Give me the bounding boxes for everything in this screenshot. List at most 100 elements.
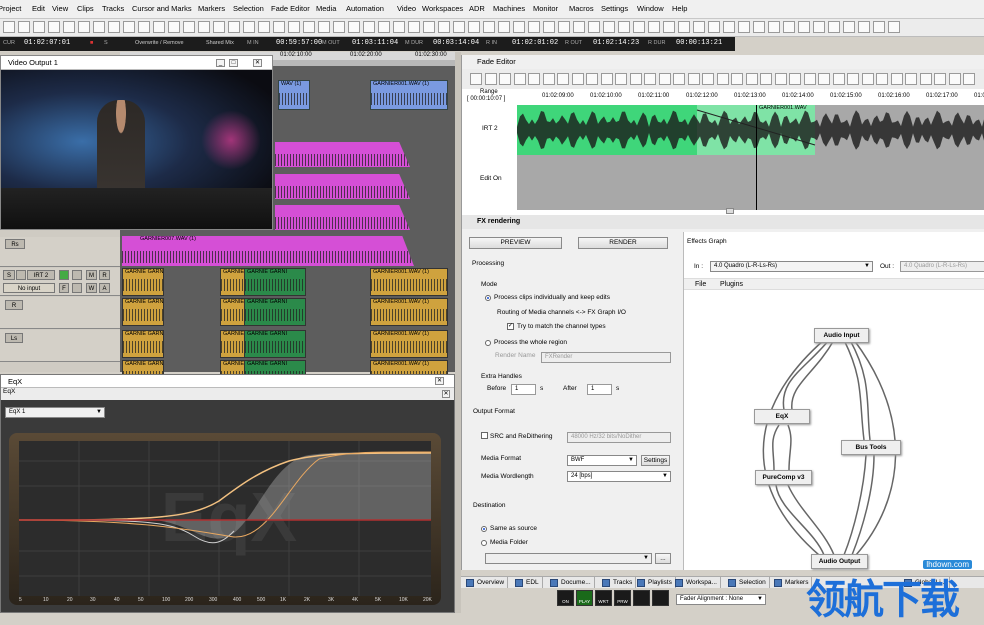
menu-item-macros[interactable]: Macros bbox=[569, 4, 594, 13]
clip[interactable]: GARNIER001.WAV (1) bbox=[370, 330, 448, 358]
fade-tool-button[interactable] bbox=[658, 73, 671, 85]
fader-alignment-select[interactable]: Fader Alignment : None ▼ bbox=[676, 594, 766, 605]
graph-menu-plugins[interactable]: Plugins bbox=[720, 281, 743, 288]
toolbar-button[interactable] bbox=[588, 21, 600, 33]
toolbar-button[interactable] bbox=[543, 21, 555, 33]
menu-item-monitor[interactable]: Monitor bbox=[533, 4, 558, 13]
minimize-icon[interactable]: _ bbox=[216, 59, 225, 67]
toolbar-button[interactable] bbox=[198, 21, 210, 33]
toolbar-button[interactable] bbox=[183, 21, 195, 33]
fade-tool-button[interactable] bbox=[586, 73, 598, 85]
toolbar-button[interactable] bbox=[783, 21, 795, 33]
track-header-rs[interactable]: Rs bbox=[0, 237, 120, 267]
fade-tool-button[interactable] bbox=[716, 73, 729, 85]
fade-tool-button[interactable] bbox=[499, 73, 511, 85]
before-input[interactable]: 1 bbox=[511, 384, 536, 395]
toolbar-button[interactable] bbox=[333, 21, 345, 33]
track-header-irt2[interactable]: S IRT 2 M R No input F W A bbox=[0, 268, 120, 296]
menu-item-workspaces[interactable]: Workspaces bbox=[422, 4, 463, 13]
fade-tool-button[interactable] bbox=[600, 73, 613, 85]
toolbar-button[interactable] bbox=[243, 21, 255, 33]
toolbar-button[interactable] bbox=[813, 21, 825, 33]
toolbar-button[interactable] bbox=[303, 21, 315, 33]
input-selector[interactable]: No input bbox=[3, 283, 55, 293]
maximize-icon[interactable]: □ bbox=[229, 59, 238, 67]
fade-tool-button[interactable] bbox=[731, 73, 743, 85]
fade-tool-button[interactable] bbox=[905, 73, 917, 85]
src-checkbox[interactable] bbox=[481, 432, 488, 439]
auto-button[interactable]: A bbox=[99, 283, 110, 293]
toolbar-button[interactable] bbox=[123, 21, 135, 33]
fade-tool-button[interactable] bbox=[513, 73, 526, 85]
fade-tool-button[interactable] bbox=[934, 73, 946, 85]
browse-button[interactable]: ... bbox=[655, 553, 671, 564]
fade-tool-button[interactable] bbox=[919, 73, 932, 85]
menu-item-selection[interactable]: Selection bbox=[233, 4, 264, 13]
toolbar-button[interactable] bbox=[498, 21, 510, 33]
toolbar-button[interactable] bbox=[33, 21, 45, 33]
clip-magenta[interactable]: GARNIER007.WAV (1) bbox=[122, 236, 414, 266]
toolbar-button[interactable] bbox=[738, 21, 750, 33]
toolbar-button[interactable] bbox=[633, 21, 645, 33]
splitter[interactable] bbox=[455, 52, 461, 613]
render-name-input[interactable]: FXRender bbox=[541, 352, 671, 363]
toolbar-button[interactable] bbox=[138, 21, 150, 33]
graph-menu-file[interactable]: File bbox=[695, 281, 706, 288]
menu-item-markers[interactable]: Markers bbox=[198, 4, 225, 13]
toolbar-button[interactable] bbox=[708, 21, 720, 33]
close-icon[interactable]: ✕ bbox=[435, 377, 444, 385]
menu-item-machines[interactable]: Machines bbox=[493, 4, 525, 13]
menu-item-cursor-and-marks[interactable]: Cursor and Marks bbox=[132, 4, 192, 13]
media-folder-radio[interactable] bbox=[481, 540, 487, 546]
toolbar-button[interactable] bbox=[693, 21, 705, 33]
shared-mix[interactable]: Shared Mix bbox=[206, 40, 234, 46]
process-individually-radio[interactable] bbox=[485, 295, 491, 301]
clip-magenta[interactable] bbox=[275, 205, 410, 230]
toolbar-button[interactable] bbox=[48, 21, 60, 33]
clip[interactable]: GARNIE GARNI bbox=[244, 330, 306, 358]
toolbar-button[interactable] bbox=[558, 21, 570, 33]
transport-on-button[interactable]: ON bbox=[557, 590, 574, 606]
phone-icon[interactable] bbox=[72, 283, 82, 293]
clip[interactable]: GARNIE GARNI bbox=[122, 268, 164, 296]
toolbar-button[interactable] bbox=[348, 21, 360, 33]
toolbar-button[interactable] bbox=[273, 21, 285, 33]
toolbar-button[interactable] bbox=[93, 21, 105, 33]
fade-tool-button[interactable] bbox=[615, 73, 627, 85]
eqx-close-icon[interactable]: ✕ bbox=[442, 390, 450, 398]
clip[interactable]: GARNIE GARNI bbox=[122, 298, 164, 326]
transport-write-button[interactable]: WRT bbox=[595, 590, 612, 606]
toolbar-button[interactable] bbox=[798, 21, 810, 33]
same-as-source-radio[interactable] bbox=[481, 526, 487, 532]
toolbar-button[interactable] bbox=[318, 21, 330, 33]
menu-item-media[interactable]: Media bbox=[316, 4, 336, 13]
process-whole-region-radio[interactable] bbox=[485, 340, 491, 346]
toolbar-button[interactable] bbox=[228, 21, 240, 33]
wordlength-select[interactable]: 24 [bps] ▼ bbox=[567, 471, 671, 482]
fade-tool-button[interactable] bbox=[745, 73, 758, 85]
fade-tool-button[interactable] bbox=[673, 73, 685, 85]
toolbar-button[interactable] bbox=[363, 21, 375, 33]
menu-item-tracks[interactable]: Tracks bbox=[102, 4, 124, 13]
menu-item-settings[interactable]: Settings bbox=[601, 4, 628, 13]
toolbar-button[interactable] bbox=[153, 21, 165, 33]
mdur-counter[interactable]: 00:03:14:04 bbox=[433, 39, 479, 47]
fade-tool-button[interactable] bbox=[484, 73, 497, 85]
fade-tool-button[interactable] bbox=[629, 73, 642, 85]
toolbar-button[interactable] bbox=[78, 21, 90, 33]
fade-tool-button[interactable] bbox=[803, 73, 816, 85]
video-output-window[interactable]: Video Output 1 _ □ ✕ bbox=[0, 55, 273, 230]
clip-magenta[interactable] bbox=[275, 142, 410, 167]
mout-counter[interactable]: 01:03:11:04 bbox=[352, 39, 398, 47]
toolbar-button[interactable] bbox=[378, 21, 390, 33]
toolbar-button[interactable] bbox=[678, 21, 690, 33]
eqx-window[interactable]: EqX ✕ EqX ✕ EqX 1 ▼ EqX 5 10 20 30 40 50 100 200… bbox=[0, 374, 455, 613]
fade-tool-button[interactable] bbox=[760, 73, 772, 85]
fade-tool-button[interactable] bbox=[470, 73, 482, 85]
preview-button[interactable]: PREVIEW bbox=[469, 237, 562, 249]
toolbar-button[interactable] bbox=[858, 21, 870, 33]
toolbar-button[interactable] bbox=[483, 21, 495, 33]
menu-item-help[interactable]: Help bbox=[672, 4, 687, 13]
toolbar-button[interactable] bbox=[768, 21, 780, 33]
toolbar-button[interactable] bbox=[618, 21, 630, 33]
